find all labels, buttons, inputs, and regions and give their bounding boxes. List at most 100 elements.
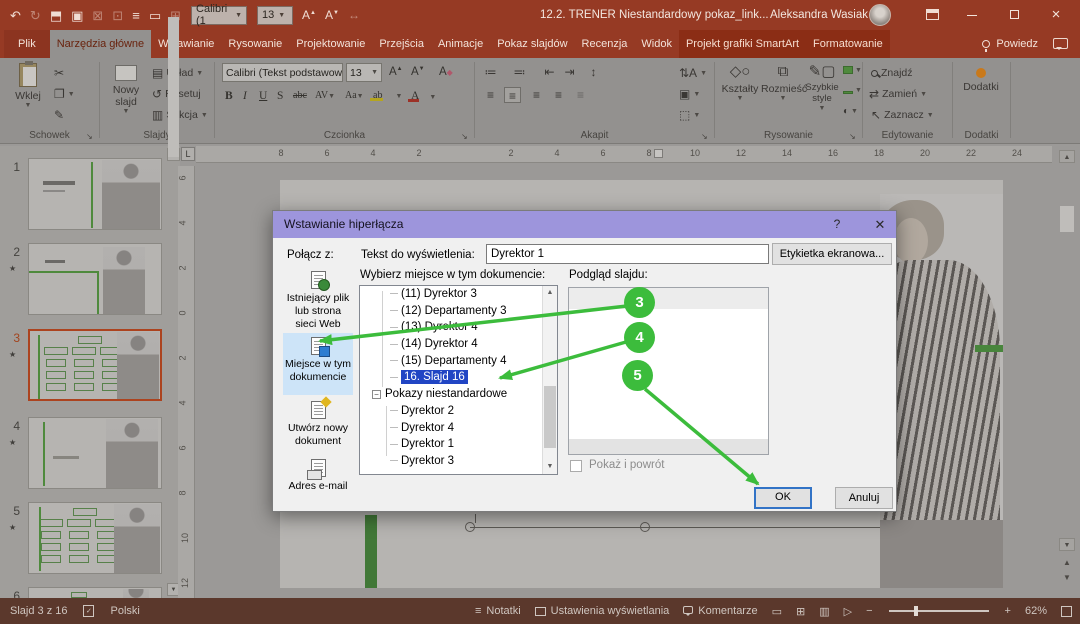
tab-transitions[interactable]: Przejścia: [372, 30, 431, 58]
qat-font-size-combo[interactable]: 13 ▼: [257, 5, 294, 25]
slide-thumbnail-4[interactable]: [28, 417, 162, 489]
tab-file[interactable]: Plik: [4, 30, 50, 58]
next-slide-icon[interactable]: ▼: [1059, 571, 1075, 584]
tab-home[interactable]: Narzędzia główne: [49, 30, 152, 58]
email-address-button[interactable]: Adres e-mail: [283, 455, 353, 505]
text-direction-button[interactable]: ⇅A ▼: [679, 64, 707, 82]
ruler-margin-marker[interactable]: [654, 149, 663, 158]
ribbon-display-options-icon[interactable]: [926, 9, 939, 20]
tab-slide-show[interactable]: Pokaz slajdów: [490, 30, 574, 58]
maximize-button[interactable]: [999, 0, 1029, 30]
comments-button[interactable]: Komentarze: [683, 605, 758, 617]
save-icon[interactable]: ▣: [71, 9, 83, 22]
shape-effects-button[interactable]: ◐ ▼: [843, 106, 858, 117]
increase-indent-icon[interactable]: ⇥: [561, 64, 578, 80]
tree-item-0[interactable]: (11) Dyrektor 3: [360, 286, 557, 303]
dialog-help-icon[interactable]: ?: [824, 211, 850, 238]
undo-icon[interactable]: ↶: [10, 9, 21, 22]
slide-thumbnail-5[interactable]: [28, 502, 162, 574]
display-settings-button[interactable]: Ustawienia wyświetlania: [534, 605, 669, 617]
previous-slide-icon[interactable]: ▲: [1059, 556, 1075, 569]
zoom-level[interactable]: 62%: [1025, 605, 1047, 617]
line-spacing-icon[interactable]: ↕: [585, 64, 602, 80]
avatar[interactable]: [869, 4, 891, 26]
align-center-icon[interactable]: ≡: [504, 87, 521, 103]
normal-view-icon[interactable]: ▭: [772, 605, 782, 618]
notes-button[interactable]: ≡ Notatki: [475, 605, 521, 617]
existing-file-button[interactable]: Istniejący plik lub strona sieci Web: [283, 267, 353, 331]
section-button[interactable]: ▥ Sekcja ▼: [152, 106, 208, 124]
tab-format[interactable]: Formatowanie: [806, 30, 890, 58]
dialog-close-icon[interactable]: ✕: [865, 211, 895, 238]
redo-icon[interactable]: ↻: [30, 9, 41, 22]
slide-counter[interactable]: Slajd 3 z 16: [10, 605, 67, 617]
font-size-combo[interactable]: 13 ▼: [346, 63, 382, 82]
tree-item-1[interactable]: (12) Departamenty 3: [360, 303, 557, 320]
reading-view-icon[interactable]: ▥: [819, 605, 829, 618]
dialog-launcher-icon[interactable]: ↘: [86, 132, 93, 141]
arrange-button[interactable]: ⧉ Rozmieść ▼: [761, 63, 807, 103]
shape-fill-button[interactable]: ▼: [843, 66, 862, 74]
tree-item-2[interactable]: (13) Dyrektor 4: [360, 319, 557, 336]
tab-draw[interactable]: Rysowanie: [221, 30, 289, 58]
selection-handle[interactable]: [465, 522, 475, 532]
new-slide-button[interactable]: Nowy slajd ▼: [105, 61, 147, 116]
close-button[interactable]: ×: [1041, 0, 1071, 30]
align-right-icon[interactable]: ≡: [528, 87, 545, 103]
shape-outline-button[interactable]: ▼: [843, 86, 862, 94]
cancel-button[interactable]: Anuluj: [835, 487, 893, 509]
tree-item-7[interactable]: Dyrektor 2: [360, 403, 557, 420]
bold-button[interactable]: B: [225, 90, 233, 102]
start-slideshow-icon[interactable]: ⬒: [50, 9, 62, 22]
vertical-scrollbar[interactable]: [1060, 206, 1074, 232]
fit-to-window-icon[interactable]: [1061, 605, 1072, 617]
user-name[interactable]: Aleksandra Wasiak: [770, 0, 868, 30]
zoom-out-icon[interactable]: −: [866, 605, 872, 617]
selection-handle[interactable]: [640, 522, 650, 532]
replace-button[interactable]: ⇄ Zamień ▼: [869, 85, 927, 103]
dialog-launcher-icon[interactable]: ↘: [701, 132, 708, 141]
tab-insert[interactable]: Wstawianie: [151, 30, 221, 58]
spell-check-icon[interactable]: ✓: [83, 605, 95, 617]
italic-button[interactable]: I: [243, 90, 247, 102]
convert-smartart-button[interactable]: ⬚ ▼: [679, 106, 700, 124]
numbering-icon[interactable]: ≕: [511, 64, 528, 80]
character-spacing-button[interactable]: AV▼: [315, 90, 335, 101]
select-button[interactable]: ↖ Zaznacz ▼: [871, 106, 934, 124]
justify-icon[interactable]: ≡: [550, 87, 567, 103]
tab-smartart-design[interactable]: Projekt grafiki SmartArt: [678, 30, 807, 58]
clear-formatting-button[interactable]: A◆: [439, 66, 453, 78]
align-left-icon[interactable]: ≡: [482, 87, 499, 103]
scroll-up-icon[interactable]: ▲: [1059, 150, 1075, 163]
collapse-expander-icon[interactable]: −: [372, 389, 381, 399]
cut-button[interactable]: ✂: [54, 64, 64, 82]
font-name-combo[interactable]: Calibri (Tekst podstawow▼: [222, 63, 343, 82]
slide-sorter-view-icon[interactable]: ⊞: [796, 605, 805, 618]
shrink-font-button[interactable]: A▼: [411, 66, 425, 78]
email-icon[interactable]: ⊠: [92, 9, 103, 22]
zoom-in-icon[interactable]: +: [1005, 605, 1011, 617]
tab-review[interactable]: Recenzja: [575, 30, 635, 58]
format-painter-button[interactable]: ✎: [54, 106, 64, 124]
addins-button[interactable]: Dodatki: [961, 66, 1001, 93]
document-places-tree[interactable]: ▲ ▼ (11) Dyrektor 3 (12) Departamenty 3 (1…: [359, 285, 558, 475]
tab-stop-selector[interactable]: L: [181, 147, 195, 161]
find-button[interactable]: Znajdź: [871, 64, 913, 82]
tab-animations[interactable]: Animacje: [431, 30, 490, 58]
distribute-icon[interactable]: ≡: [572, 87, 589, 103]
tab-design[interactable]: Projektowanie: [289, 30, 372, 58]
grow-font-button[interactable]: A▲: [389, 66, 403, 78]
language-status[interactable]: Polski: [110, 605, 139, 617]
tree-item-8[interactable]: Dyrektor 4: [360, 420, 557, 437]
bullets-icon[interactable]: ≡: [132, 9, 140, 22]
slide-thumbnail-3[interactable]: [28, 329, 162, 401]
tree-item-10[interactable]: Dyrektor 3: [360, 453, 557, 470]
tree-item-4[interactable]: (15) Departamenty 4: [360, 353, 557, 370]
tree-item-6[interactable]: − Pokazy niestandardowe: [360, 386, 557, 403]
ok-button[interactable]: OK: [754, 487, 812, 509]
highlight-button[interactable]: ab ▼: [370, 90, 402, 101]
shadow-button[interactable]: S: [277, 90, 283, 102]
dialog-launcher-icon[interactable]: ↘: [849, 132, 856, 141]
preview-icon[interactable]: ▭: [149, 9, 161, 22]
shrink-font-icon[interactable]: A▼: [325, 8, 339, 22]
